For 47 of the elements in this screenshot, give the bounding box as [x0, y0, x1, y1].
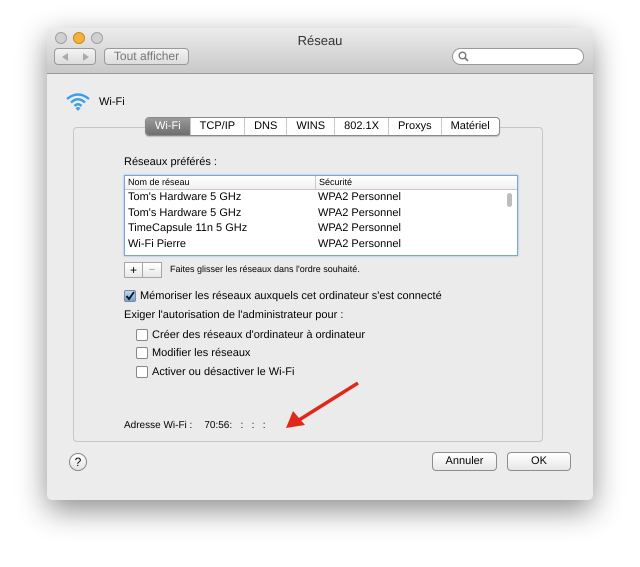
search-icon — [458, 51, 469, 62]
table-cell-text: Tom's Hardware 5 GHz — [127, 206, 242, 220]
address-value: 70:56: : : : — [204, 419, 266, 433]
tab[interactable]: Matériel — [440, 118, 499, 135]
checkbox[interactable] — [136, 366, 148, 378]
tab[interactable]: DNS — [244, 118, 286, 135]
scroll-bar[interactable] — [507, 192, 512, 206]
hint-text: Faites glisser les réseaux dans l'ordre souhaité. — [170, 262, 360, 276]
search-field[interactable] — [452, 48, 584, 65]
table-cell-text: WPA2 Personnel — [317, 206, 402, 220]
column-header[interactable]: Sécurité — [315, 176, 500, 188]
table-cell-text: Tom's Hardware 5 GHz — [127, 190, 242, 205]
wifi-icon — [65, 92, 91, 112]
checkbox[interactable] — [124, 290, 136, 302]
table-cell-text: WPA2 Personnel — [317, 221, 402, 236]
column-header[interactable]: Nom de réseau — [125, 176, 315, 188]
section-label: Exiger l'autorisation de l'administrateur pour : — [124, 308, 344, 323]
cancel-button[interactable]: Annuler — [432, 452, 497, 471]
table-cell-text: WPA2 Personnel — [317, 190, 402, 205]
section-label: Réseaux préférés : — [124, 155, 218, 170]
back-icon[interactable] — [62, 52, 68, 60]
help-button[interactable]: ? — [69, 453, 87, 471]
checkbox[interactable] — [136, 347, 148, 360]
checkbox-label: Mémoriser les réseaux auxquels cet ordinateur s'est connecté — [140, 288, 442, 304]
checkbox-label: Modifier les réseaux — [152, 346, 250, 361]
window-title: Réseau — [296, 32, 344, 50]
tab[interactable]: TCP/IP — [190, 118, 244, 135]
tab[interactable]: Wi-Fi — [146, 118, 190, 135]
table-cell-text: WPA2 Personnel — [317, 236, 402, 252]
service-name: Wi-Fi — [99, 94, 125, 110]
checkbox-label: Activer ou désactiver le Wi-Fi — [152, 364, 294, 380]
tab[interactable]: 802.1X — [334, 118, 388, 135]
tab[interactable]: WINS — [286, 118, 334, 135]
close-icon[interactable] — [55, 32, 67, 44]
zoom-icon[interactable] — [91, 32, 103, 44]
table-cell-text: TimeCapsule 11n 5 GHz — [127, 221, 248, 236]
minimize-icon[interactable] — [73, 32, 85, 44]
forward-icon[interactable] — [82, 52, 88, 60]
ok-button[interactable]: OK — [507, 452, 571, 471]
back-forward-control[interactable] — [54, 48, 96, 65]
checkbox-label: Créer des réseaux d'ordinateur à ordinateur — [152, 328, 366, 342]
table-cell-text: Wi-Fi Pierre — [127, 236, 188, 252]
checkbox[interactable] — [136, 328, 148, 341]
add-button[interactable]: + — [124, 262, 143, 278]
address-label: Adresse Wi-Fi : — [124, 419, 192, 433]
tab[interactable]: Proxys — [388, 118, 441, 135]
show-all-button[interactable]: Tout afficher — [104, 48, 189, 65]
